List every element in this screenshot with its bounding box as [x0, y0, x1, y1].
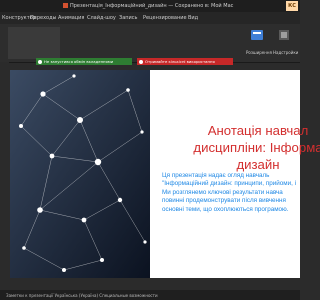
ribbon-tabs: Конструктор Переходы Анимация Слайд-шоу …	[0, 12, 300, 24]
slide-body-line: основні теми, що охоплюються програмою.	[162, 205, 289, 213]
slide-body-text: Ця презентація надає огляд навчаль "Інфо…	[162, 172, 312, 214]
slide-body-line: повинні продемонструвати після вивчення	[162, 197, 286, 205]
network-illustration	[10, 70, 150, 278]
slide-canvas[interactable]: Анотація навчал дисципліни: Інформа диза…	[10, 70, 320, 278]
design-ideas-icon[interactable]	[250, 28, 264, 42]
designer-label: Надстройки	[273, 50, 299, 55]
tab-transitions[interactable]: Переходы	[30, 15, 57, 21]
window-title: Презентація_Інформаційний_дизайн — Сохра…	[70, 3, 234, 9]
slide-title-line: Анотація навчал	[207, 123, 309, 138]
status-text: Заметки к презентації Українська (Україн…	[6, 293, 158, 298]
slide-body-line: Ми розглянемо ключові результати навча	[162, 188, 283, 196]
sync-notice[interactable]: Не запустився обмін вкладеннями	[36, 58, 132, 65]
ribbon-command-group[interactable]	[8, 27, 60, 59]
status-bar: Заметки к презентації Українська (Україн…	[0, 290, 300, 300]
title-bar: Презентація_Інформаційний_дизайн — Сохра…	[0, 0, 300, 12]
tab-view[interactable]: Вид	[188, 15, 198, 21]
design-ideas-label: Розширення	[246, 50, 272, 55]
tab-animation[interactable]: Анимация	[58, 15, 84, 21]
ribbon: Не запустився обмін вкладеннями Отримайт…	[0, 24, 300, 65]
slide-title-line: дисципліни: Інформа	[193, 140, 320, 155]
info-icon	[38, 59, 42, 64]
designer-icon[interactable]	[277, 28, 291, 42]
tab-review[interactable]: Рецензирование	[143, 15, 187, 21]
warning-icon	[139, 59, 143, 64]
tab-slideshow[interactable]: Слайд-шоу	[87, 15, 116, 21]
permission-notice[interactable]: Отримайте кількісні використання	[137, 58, 233, 65]
user-avatar[interactable]: КС	[286, 1, 298, 11]
slide-body-line: "Інформаційний дизайн: принципи, прийоми…	[162, 180, 296, 188]
slide-title: Анотація навчал дисципліни: Інформа диза…	[188, 122, 320, 173]
slide-thumbnails-pane[interactable]	[0, 62, 9, 282]
powerpoint-file-icon	[63, 3, 68, 8]
tab-record[interactable]: Запись	[119, 15, 137, 21]
slide-title-line: дизайн	[236, 157, 280, 172]
